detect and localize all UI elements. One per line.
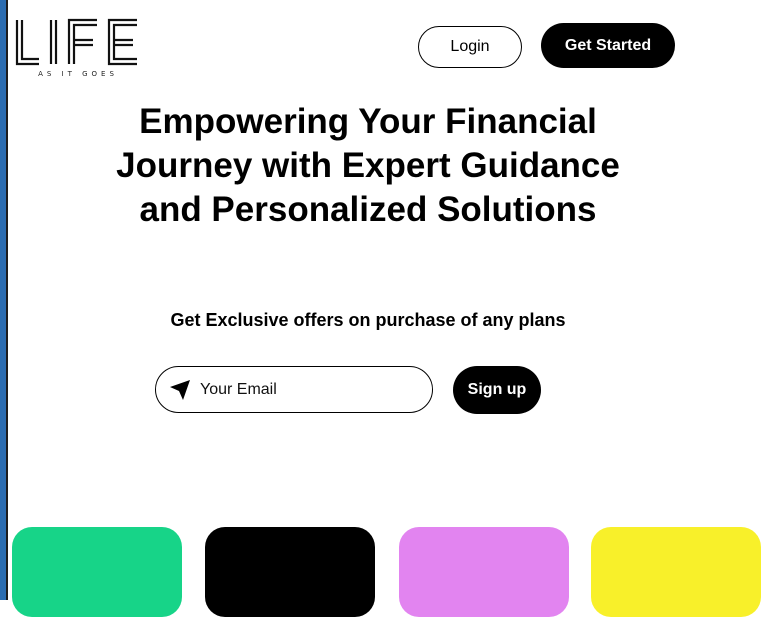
hero-title: Empowering Your Financial Journey with E… bbox=[116, 102, 620, 229]
email-field-container[interactable] bbox=[155, 366, 433, 413]
login-button[interactable]: Login bbox=[418, 26, 522, 68]
window-left-edge bbox=[0, 0, 8, 600]
get-started-button[interactable]: Get Started bbox=[541, 23, 675, 68]
life-logo-mark bbox=[15, 18, 137, 66]
plan-card-pink[interactable] bbox=[399, 527, 569, 617]
send-arrow-icon bbox=[168, 378, 192, 402]
plan-card-green[interactable] bbox=[12, 527, 182, 617]
hero-subtitle: Get Exclusive offers on purchase of any … bbox=[170, 310, 566, 330]
plan-card-black[interactable] bbox=[205, 527, 375, 617]
sign-up-button[interactable]: Sign up bbox=[453, 366, 541, 414]
plan-card-yellow[interactable] bbox=[591, 527, 761, 617]
life-logo[interactable]: AS IT GOES bbox=[15, 18, 141, 82]
logo-tagline: AS IT GOES bbox=[38, 70, 118, 78]
email-input[interactable] bbox=[198, 379, 402, 400]
